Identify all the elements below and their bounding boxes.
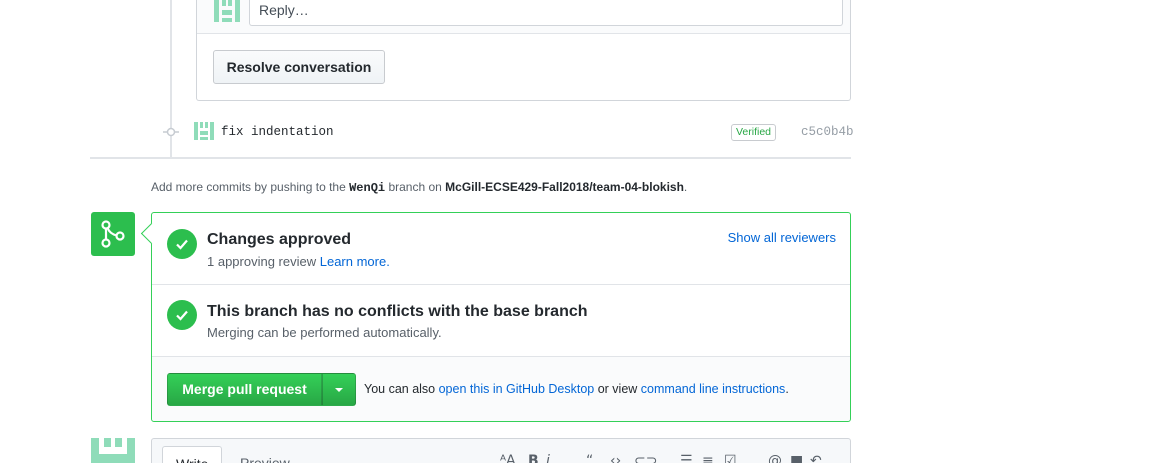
push-note-middle: branch on <box>385 180 446 194</box>
conflict-status-section: This branch has no conflicts with the ba… <box>152 285 850 357</box>
review-status-section: Changes approved 1 approving review Lear… <box>152 213 850 285</box>
code-icon[interactable]: ‹› <box>610 453 621 463</box>
no-conflicts-title: This branch has no conflicts with the ba… <box>207 303 588 320</box>
merge-pull-request-button[interactable]: Merge pull request <box>167 373 322 406</box>
show-all-reviewers-link[interactable]: Show all reviewers <box>728 230 836 245</box>
review-thread: Reply… Resolve conversation <box>196 0 851 101</box>
commit-message-link[interactable]: fix indentation <box>221 125 334 139</box>
command-line-instructions-link[interactable]: command line instructions <box>641 382 786 396</box>
changes-approved-title: Changes approved <box>207 231 352 248</box>
alt-prefix: You can also <box>364 382 439 396</box>
merge-options-dropdown[interactable] <box>322 373 356 406</box>
branch-name: WenQi <box>349 181 386 195</box>
merge-status-box: Changes approved 1 approving review Lear… <box>151 212 851 422</box>
alternative-merge-note: You can also open this in GitHub Desktop… <box>364 382 789 396</box>
alt-middle: or view <box>594 382 641 396</box>
bold-icon[interactable]: B <box>528 453 539 463</box>
push-note-suffix: . <box>683 180 688 194</box>
tab-write[interactable]: Write <box>162 446 222 463</box>
check-icon <box>167 300 197 330</box>
repo-name: McGill-ECSE429-Fall2018/team-04-blokish <box>445 180 684 194</box>
commit-icon <box>163 127 179 137</box>
ordered-list-icon[interactable]: ≡ <box>702 453 714 463</box>
reply-row: Reply… <box>197 0 850 34</box>
merge-action-section: Merge pull request You can also open thi… <box>152 357 850 421</box>
check-icon <box>167 229 197 259</box>
quote-icon[interactable]: “ <box>586 453 593 463</box>
merge-automatic-note: Merging can be performed automatically. <box>207 325 442 340</box>
open-github-desktop-link[interactable]: open this in GitHub Desktop <box>439 382 595 396</box>
timeline-divider <box>90 157 851 159</box>
verified-badge[interactable]: Verified <box>731 124 777 141</box>
push-note-prefix: Add more commits by pushing to the <box>151 180 350 194</box>
alt-suffix: . <box>785 382 789 396</box>
approving-review-text: 1 approving review <box>207 254 320 269</box>
commit-sha-link[interactable]: c5c0b4b <box>801 125 854 139</box>
unordered-list-icon[interactable]: ☰ <box>680 453 693 463</box>
link-icon[interactable]: ⊂⊃ <box>634 453 657 463</box>
comment-editor: Write Preview ᴬA B i “ ‹› ⊂⊃ ☰ ≡ ☑ @ ■ ↶ <box>151 438 851 463</box>
tab-preview[interactable]: Preview <box>240 455 290 463</box>
bookmark-icon[interactable]: ■ <box>790 453 803 463</box>
reply-input[interactable]: Reply… <box>249 0 843 26</box>
mention-icon[interactable]: @ <box>768 453 782 463</box>
italic-icon[interactable]: i <box>546 453 550 463</box>
push-note: Add more commits by pushing to the WenQi… <box>151 180 687 195</box>
text-size-icon[interactable]: ᴬA <box>500 453 516 463</box>
approving-review-count: 1 approving review Learn more. <box>207 254 390 269</box>
learn-more-link[interactable]: Learn more. <box>320 254 390 269</box>
task-list-icon[interactable]: ☑ <box>724 453 737 463</box>
user-avatar <box>214 0 240 22</box>
commit-author-avatar[interactable] <box>194 122 214 140</box>
current-user-avatar[interactable] <box>91 438 135 463</box>
reply-icon[interactable]: ↶ <box>810 453 822 463</box>
git-merge-icon <box>91 212 135 256</box>
resolve-conversation-button[interactable]: Resolve conversation <box>213 50 385 84</box>
